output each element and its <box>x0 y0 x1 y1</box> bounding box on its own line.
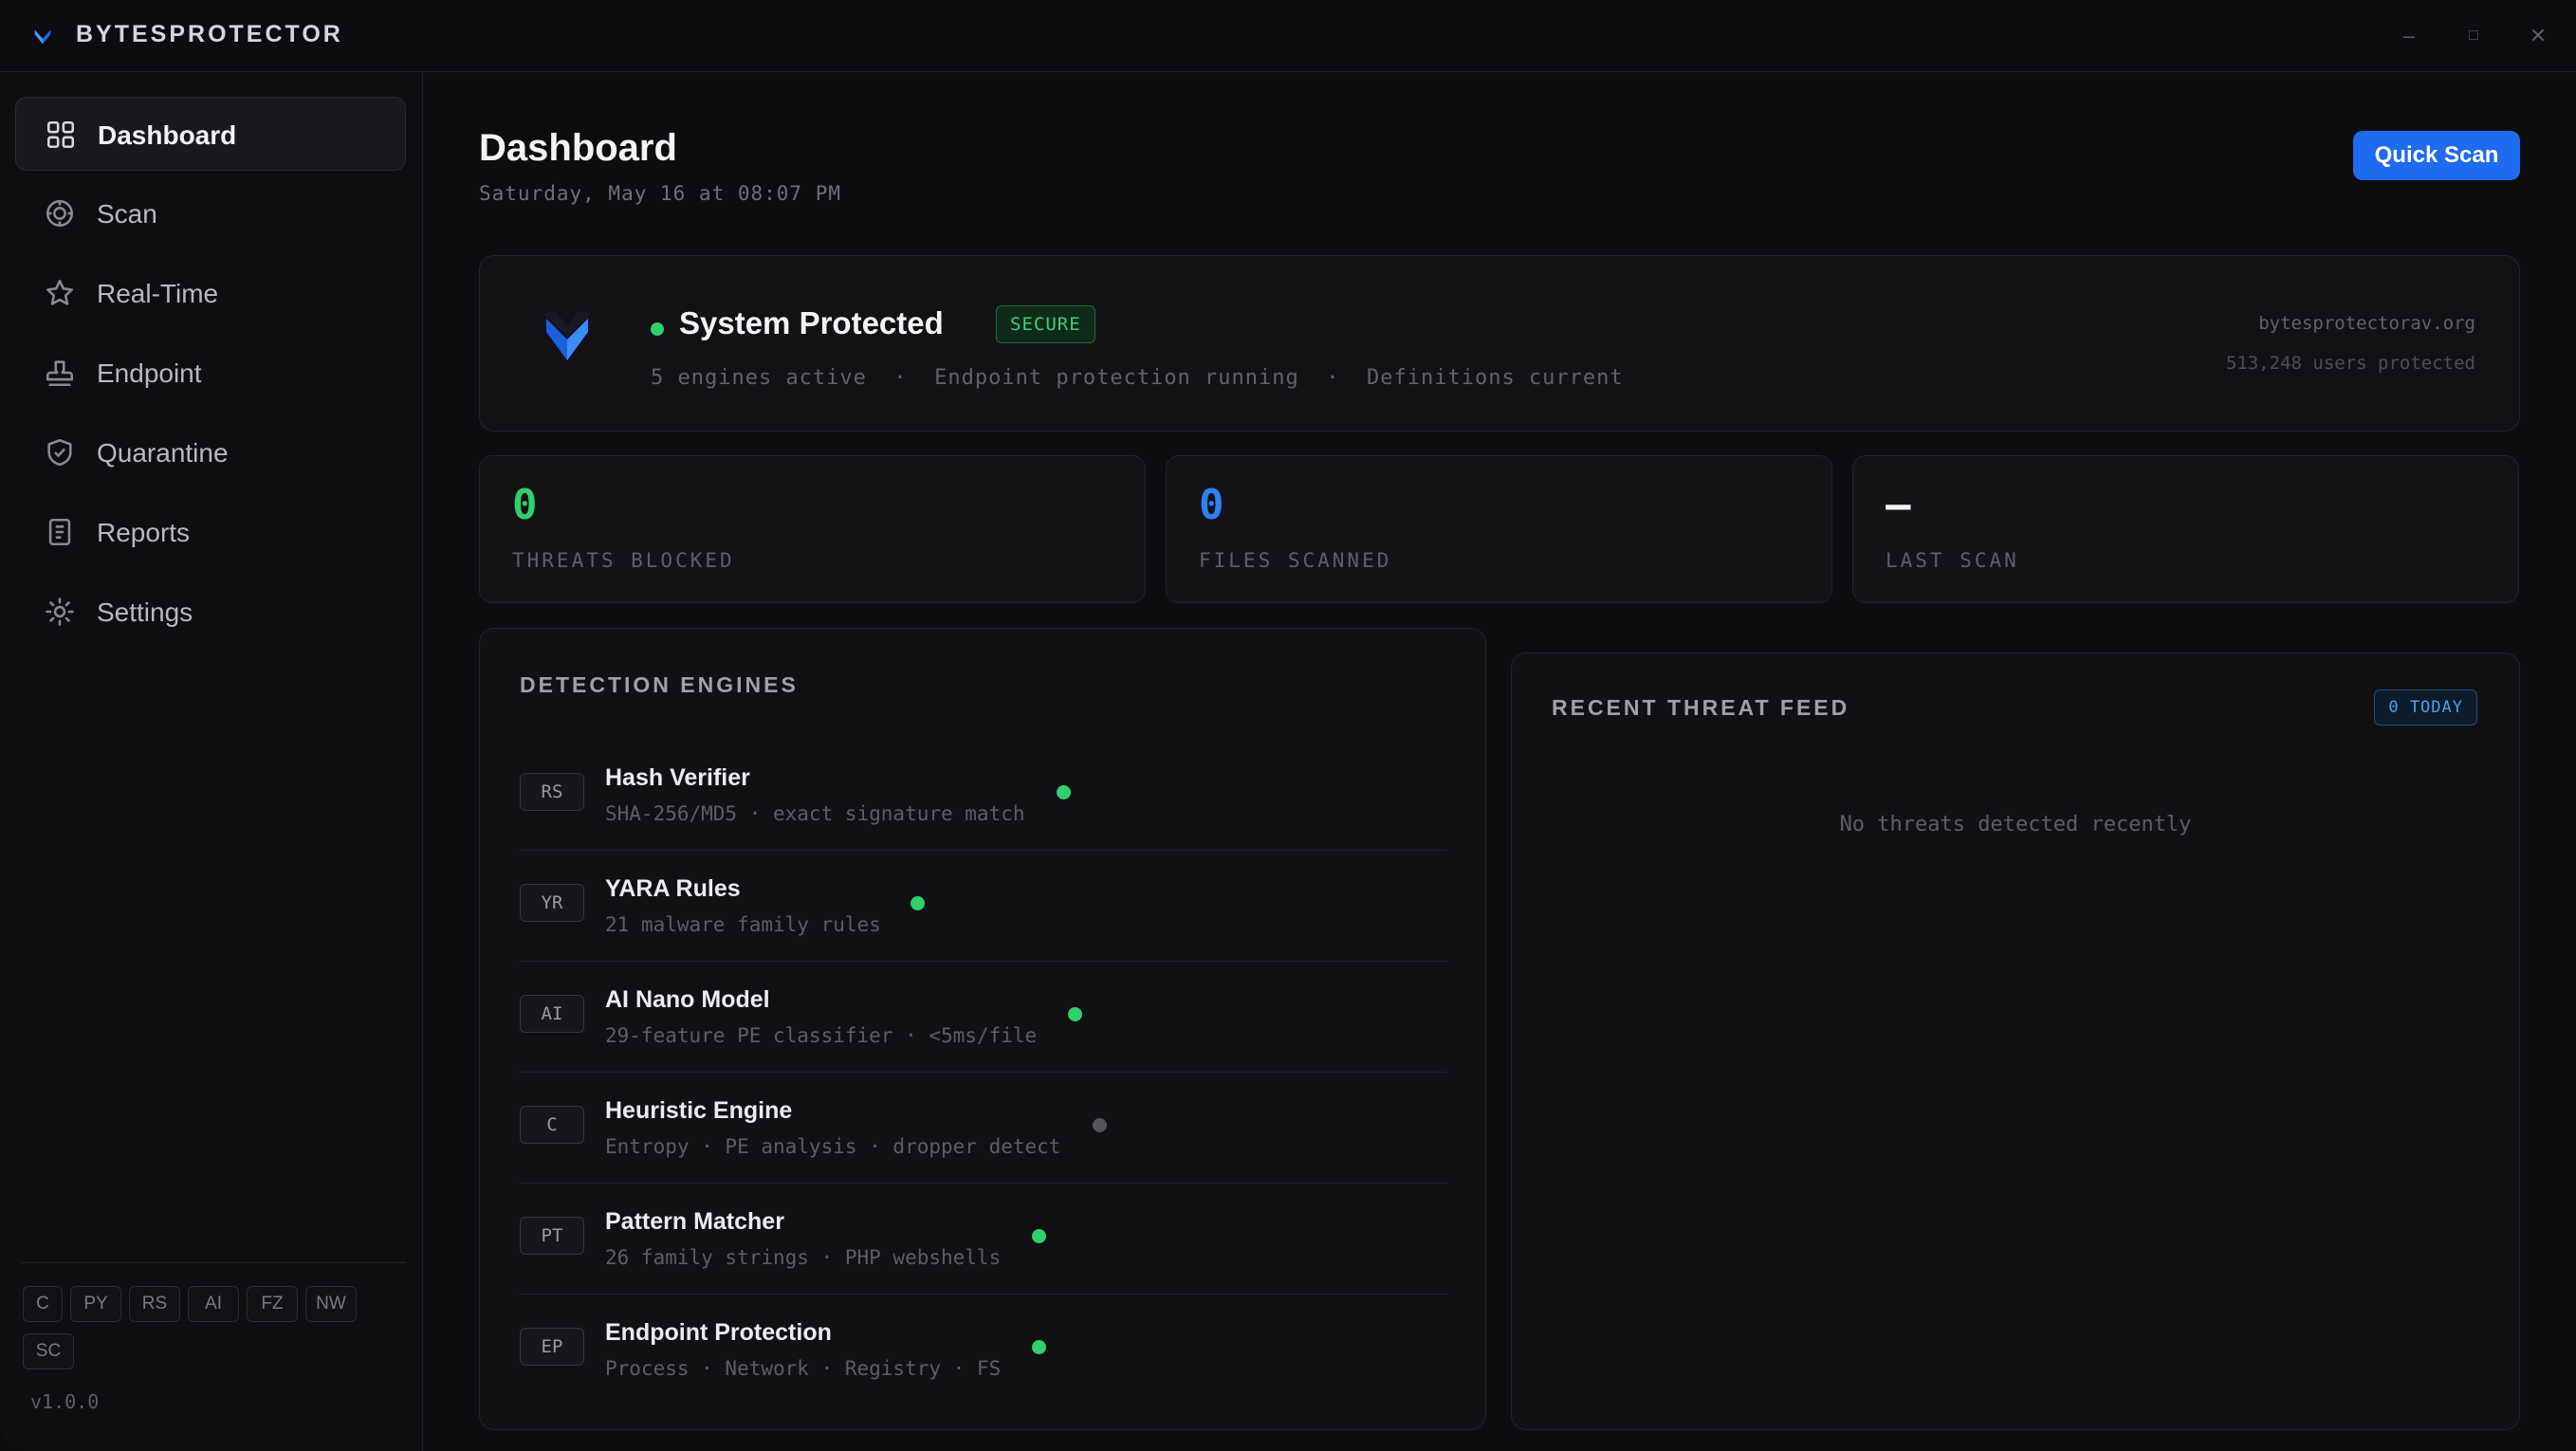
sidebar-item-label: Real-Time <box>97 279 219 308</box>
engine-row-hash-verifier: RS Hash Verifier SHA-256/MD5 · exact sig… <box>520 740 1447 851</box>
website-link[interactable]: bytesprotectorav.org <box>2258 313 2475 334</box>
sidebar-item-label: Endpoint <box>97 358 202 388</box>
engines-heading: DETECTION ENGINES <box>520 672 799 697</box>
engine-status-dot <box>911 896 925 910</box>
engine-code-badge: RS <box>520 773 584 811</box>
engine-chip: AI <box>188 1286 239 1322</box>
sidebar-item-real-time[interactable]: Real-Time <box>15 256 406 330</box>
engine-chip: PY <box>70 1286 121 1322</box>
engine-description: 29-feature PE classifier · <5ms/file <box>605 1024 1038 1047</box>
quick-scan-button[interactable]: Quick Scan <box>2353 131 2520 180</box>
shield-logo-icon <box>34 29 51 45</box>
engine-description: SHA-256/MD5 · exact signature match <box>605 802 1025 825</box>
stat-card-files-scanned: 0 FILES SCANNED <box>1166 455 1832 603</box>
document-icon <box>48 518 71 546</box>
today-count-badge: 0 TODAY <box>2374 689 2477 726</box>
sidebar-item-quarantine[interactable]: Quarantine <box>15 415 406 489</box>
stat-label: FILES SCANNED <box>1199 549 1392 572</box>
stat-card-threats-blocked: 0 THREATS BLOCKED <box>479 455 1146 603</box>
stat-label: LAST SCAN <box>1886 549 2019 572</box>
engine-row-ai-nano-model: AI AI Nano Model 29-feature PE classifie… <box>520 962 1447 1073</box>
engine-chip: SC <box>23 1333 74 1369</box>
sidebar-item-endpoint[interactable]: Endpoint <box>15 336 406 410</box>
stat-value: — <box>1886 481 1911 529</box>
shield-check-icon <box>47 438 72 467</box>
page-title: Dashboard <box>479 127 677 169</box>
engine-chip: NW <box>305 1286 357 1322</box>
detection-engines-card: DETECTION ENGINES RS Hash Verifier SHA-2… <box>479 628 1486 1430</box>
sidebar-item-label: Dashboard <box>98 120 237 150</box>
engine-row-endpoint-protection: EP Endpoint Protection Process · Network… <box>520 1295 1447 1405</box>
status-badge: SECURE <box>996 305 1095 343</box>
engine-status-dot <box>1032 1340 1046 1354</box>
stat-value: 0 <box>1199 481 1224 529</box>
recent-threat-feed-card: RECENT THREAT FEED 0 TODAY No threats de… <box>1511 652 2520 1430</box>
main-content: Dashboard Saturday, May 16 at 08:07 PM Q… <box>424 72 2576 1451</box>
sidebar-item-label: Scan <box>97 199 157 229</box>
stat-value: 0 <box>512 481 538 529</box>
engine-row-heuristic-engine: C Heuristic Engine Entropy · PE analysis… <box>520 1073 1447 1184</box>
engine-code-badge: AI <box>520 995 584 1033</box>
sidebar-item-dashboard[interactable]: Dashboard <box>15 97 406 171</box>
stamp-icon <box>46 360 74 387</box>
sidebar-item-label: Reports <box>97 518 191 547</box>
engine-row-yara-rules: YR YARA Rules 21 malware family rules <box>520 851 1447 962</box>
engine-name: Endpoint Protection <box>605 1319 832 1346</box>
brand-shield-icon <box>543 311 592 362</box>
engine-name: Hash Verifier <box>605 764 750 791</box>
sidebar-item-settings[interactable]: Settings <box>15 575 406 649</box>
engine-status-dot <box>1057 785 1071 799</box>
star-icon <box>46 279 74 305</box>
close-button[interactable]: ✕ <box>2521 21 2555 51</box>
engine-name: Pattern Matcher <box>605 1208 784 1235</box>
stat-card-last-scan: — LAST SCAN <box>1852 455 2519 603</box>
minimize-button[interactable]: – <box>2392 21 2426 51</box>
engine-chip: C <box>23 1286 63 1322</box>
app-window: BYTESPROTECTOR – □ ✕ Dashboard Scan Real… <box>0 0 2576 1451</box>
users-protected-count: 513,248 users protected <box>2225 353 2475 374</box>
stat-label: THREATS BLOCKED <box>512 549 735 572</box>
sidebar-divider <box>21 1262 406 1263</box>
target-icon <box>46 199 74 228</box>
sidebar-item-scan[interactable]: Scan <box>15 176 406 250</box>
grid-icon <box>46 120 75 149</box>
version-label: v1.0.0 <box>30 1390 100 1413</box>
sidebar: Dashboard Scan Real-Time Endpoint Quaran… <box>0 72 423 1451</box>
sun-gear-icon <box>46 597 74 626</box>
feed-empty-message: No threats detected recently <box>1839 813 2192 836</box>
status-indicator-dot <box>651 322 664 336</box>
engine-description: Entropy · PE analysis · dropper detect <box>605 1135 1061 1158</box>
status-title: System Protected <box>679 305 944 340</box>
engine-description: 26 family strings · PHP webshells <box>605 1246 1002 1269</box>
engine-chip: RS <box>129 1286 180 1322</box>
feed-heading: RECENT THREAT FEED <box>1552 695 1850 720</box>
page-date: Saturday, May 16 at 08:07 PM <box>479 182 842 205</box>
maximize-button[interactable]: □ <box>2456 21 2491 51</box>
protection-status-card: System Protected SECURE 5 engines active… <box>479 255 2520 432</box>
engine-chip: FZ <box>247 1286 298 1322</box>
engine-status-dot <box>1032 1229 1046 1243</box>
engine-name: YARA Rules <box>605 875 741 902</box>
status-subtitle: 5 engines active · Endpoint protection r… <box>651 366 1624 390</box>
engine-code-badge: YR <box>520 884 584 922</box>
engine-code-badge: C <box>520 1106 584 1144</box>
sidebar-item-reports[interactable]: Reports <box>15 495 406 569</box>
app-title: BYTESPROTECTOR <box>76 21 343 47</box>
engine-name: AI Nano Model <box>605 986 770 1013</box>
engine-status-dot <box>1068 1007 1082 1021</box>
engine-description: Process · Network · Registry · FS <box>605 1357 1002 1380</box>
title-bar: BYTESPROTECTOR – □ ✕ <box>0 0 2576 72</box>
engine-status-dot <box>1093 1118 1107 1132</box>
engine-code-badge: EP <box>520 1328 584 1366</box>
engine-name: Heuristic Engine <box>605 1097 793 1124</box>
sidebar-item-label: Quarantine <box>97 438 229 468</box>
engine-code-badge: PT <box>520 1217 584 1255</box>
engine-description: 21 malware family rules <box>605 913 881 936</box>
engine-row-pattern-matcher: PT Pattern Matcher 26 family strings · P… <box>520 1184 1447 1295</box>
sidebar-item-label: Settings <box>97 597 193 627</box>
